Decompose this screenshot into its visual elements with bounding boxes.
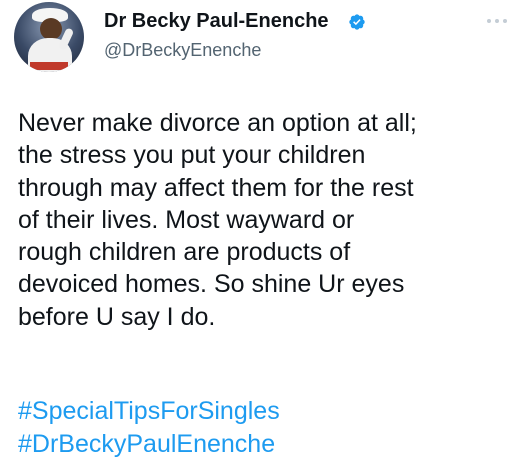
ellipsis-icon[interactable]	[484, 14, 510, 28]
author-handle[interactable]: @DrBeckyEnenche	[104, 40, 261, 61]
verified-badge-icon	[349, 14, 365, 30]
avatar-face	[40, 18, 62, 40]
hashtag-link[interactable]: #DrBeckyPaulEnenche	[18, 428, 275, 460]
tweet-card: Dr Becky Paul-Enenche @DrBeckyEnenche Ne…	[0, 0, 525, 470]
hashtag-link[interactable]: #SpecialTipsForSingles	[18, 395, 280, 427]
tweet-text: Never make divorce an option at all; the…	[18, 109, 417, 331]
author-name[interactable]: Dr Becky Paul-Enenche	[104, 10, 329, 33]
avatar-tag	[30, 62, 68, 70]
author-avatar[interactable]	[14, 2, 84, 72]
